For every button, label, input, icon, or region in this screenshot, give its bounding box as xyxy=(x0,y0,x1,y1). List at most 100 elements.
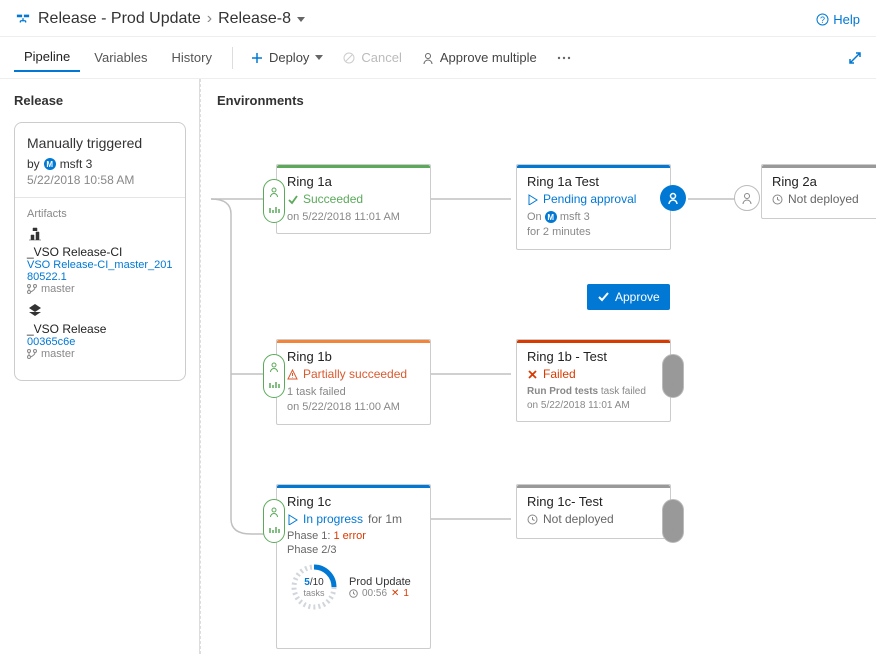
duration-label: for 1m xyxy=(368,512,402,526)
pre-gate-pill[interactable] xyxy=(263,499,285,543)
stage-ring1a-test[interactable]: Ring 1a Test Pending approval On M msft … xyxy=(516,164,671,250)
phase1-error: 1 error xyxy=(333,530,365,542)
stage-meta1: 1 task failed xyxy=(287,385,420,400)
chevron-down-icon xyxy=(315,55,323,60)
triggered-by-user[interactable]: msft 3 xyxy=(60,157,93,171)
person-icon xyxy=(667,379,679,391)
stage-meta2: on 5/22/2018 11:00 AM xyxy=(287,400,420,415)
breadcrumb-project[interactable]: Release - Prod Update xyxy=(38,10,201,28)
cancel-button[interactable]: Cancel xyxy=(335,46,409,69)
status-label: Partially succeeded xyxy=(303,367,407,381)
gates-icon xyxy=(268,524,280,536)
gates-icon xyxy=(667,506,679,518)
svg-text:?: ? xyxy=(820,15,825,25)
release-icon xyxy=(16,12,30,26)
status-label: Failed xyxy=(543,367,576,381)
person-icon xyxy=(667,524,679,536)
progress-ring: 5/10 tasks xyxy=(287,560,341,614)
chevron-down-icon[interactable] xyxy=(297,17,305,22)
cancel-icon xyxy=(343,52,355,64)
status-bar xyxy=(762,165,876,168)
stage-name: Ring 1c- Test xyxy=(527,494,660,509)
divider xyxy=(15,197,185,198)
status-bar xyxy=(517,165,670,168)
phase-2-row: Phase 2/3 xyxy=(287,544,420,556)
stage-meta: On M msft 3 for 2 minutes xyxy=(527,210,660,241)
approval-indicator[interactable] xyxy=(660,185,686,211)
pre-gate-pill[interactable] xyxy=(263,354,285,398)
stage-name: Ring 1a xyxy=(287,174,420,189)
task-unit: tasks xyxy=(303,588,324,598)
play-icon xyxy=(287,514,298,525)
artifact-branch: master xyxy=(27,283,173,295)
task-detail: Prod Update 00:56 ✕1 xyxy=(349,576,411,599)
tab-pipeline[interactable]: Pipeline xyxy=(14,43,80,72)
gates-icon xyxy=(268,379,280,391)
stage-status: Partially succeeded xyxy=(287,367,420,381)
stage-ring1b-test[interactable]: Ring 1b - Test Failed Run Prod tests tas… xyxy=(516,339,671,422)
approve-button[interactable]: Approve xyxy=(587,284,670,310)
person-icon xyxy=(268,361,280,373)
stage-meta: Run Prod tests task failed on 5/22/2018 … xyxy=(527,385,660,413)
artifact-branch: master xyxy=(27,348,173,360)
help-label: Help xyxy=(833,12,860,27)
on-label: On xyxy=(527,211,542,223)
approve-multiple-button[interactable]: Approve multiple xyxy=(414,46,545,69)
duration-label: for 2 minutes xyxy=(527,226,591,238)
tab-history[interactable]: History xyxy=(162,44,222,71)
stage-status: Pending approval xyxy=(527,192,660,206)
by-label: by xyxy=(27,157,40,171)
artifact-link[interactable]: VSO Release-CI_master_20180522.1 xyxy=(27,259,173,283)
pre-gate-pill[interactable] xyxy=(263,179,285,223)
stage-status: Not deployed xyxy=(527,512,660,526)
branch-name: master xyxy=(41,348,75,360)
deploy-label: Deploy xyxy=(269,50,309,65)
stage-status: Failed xyxy=(527,367,660,381)
tab-variables[interactable]: Variables xyxy=(84,44,157,71)
deploy-button[interactable]: Deploy xyxy=(243,46,331,69)
repo-icon xyxy=(27,303,43,319)
breadcrumb: Release - Prod Update › Release-8 xyxy=(38,10,305,28)
status-label: Not deployed xyxy=(543,512,614,526)
post-gate-pill[interactable] xyxy=(662,499,684,543)
post-gate-pill[interactable] xyxy=(662,354,684,398)
more-button[interactable] xyxy=(549,52,579,64)
status-label: Not deployed xyxy=(788,192,859,206)
artifact-item: _VSO Release 00365c6e master xyxy=(27,303,173,360)
stage-ring2a[interactable]: Ring 2a Not deployed xyxy=(761,164,876,219)
stage-name: Ring 2a xyxy=(772,174,870,189)
phase-1-row: Phase 1: 1 error xyxy=(287,530,420,542)
status-label: In progress xyxy=(303,512,363,526)
main-area: Release Manually triggered by M msft 3 5… xyxy=(0,79,876,654)
environments-pane: Environments Ring 1a xyxy=(200,79,876,654)
user-badge-icon: M xyxy=(545,211,557,223)
task-total: /10 xyxy=(310,577,324,588)
artifact-link[interactable]: 00365c6e xyxy=(27,336,173,348)
artifacts-label: Artifacts xyxy=(27,208,173,220)
trigger-timestamp: 5/22/2018 10:58 AM xyxy=(27,173,173,187)
status-bar xyxy=(277,485,430,488)
approver-user: msft 3 xyxy=(560,211,590,223)
stage-ring1a[interactable]: Ring 1a Succeeded on 5/22/2018 11:01 AM xyxy=(276,164,431,234)
breadcrumb-release[interactable]: Release-8 xyxy=(218,10,291,28)
triggered-by: by M msft 3 xyxy=(27,157,173,171)
help-icon: ? xyxy=(816,13,829,26)
build-icon xyxy=(27,226,43,242)
breadcrumb-sep: › xyxy=(207,10,212,28)
phase1-label: Phase 1: xyxy=(287,530,330,542)
help-link[interactable]: ? Help xyxy=(816,12,860,27)
stage-status: Not deployed xyxy=(772,192,870,206)
branch-name: master xyxy=(41,283,75,295)
branch-icon xyxy=(27,284,37,294)
fail-count: 1 xyxy=(403,588,409,599)
stage-ring1c-test[interactable]: Ring 1c- Test Not deployed xyxy=(516,484,671,539)
approve-label: Approve xyxy=(615,290,660,304)
stage-timestamp: on 5/22/2018 11:01 AM xyxy=(287,210,420,225)
pipeline-canvas: Ring 1a Succeeded on 5/22/2018 11:01 AM … xyxy=(201,79,876,654)
stage-ring1c[interactable]: Ring 1c In progress for 1m Phase 1: 1 er… xyxy=(276,484,431,649)
person-icon xyxy=(740,191,754,205)
expand-icon[interactable] xyxy=(848,51,862,65)
pre-approval-indicator[interactable] xyxy=(734,185,760,211)
check-icon xyxy=(287,194,298,205)
stage-ring1b[interactable]: Ring 1b Partially succeeded 1 task faile… xyxy=(276,339,431,425)
